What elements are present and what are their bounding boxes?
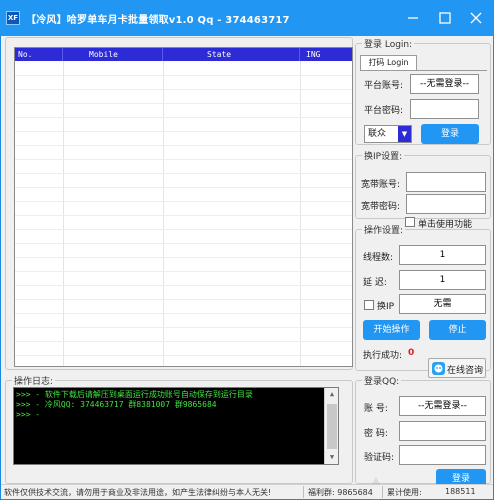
platform-login-button[interactable]: 登录 [421, 124, 479, 144]
broadband-account-field[interactable] [406, 172, 486, 192]
window-title: 【冷风】哈罗单车月卡批量领取v1.0 Qq - 374463717 [26, 15, 290, 26]
broadband-password-field[interactable] [406, 194, 486, 214]
log-legend: 操作日志: [14, 377, 54, 387]
qq-login-legend: 登录QQ: [364, 377, 400, 387]
log-console[interactable]: >>> - 软件下载后请解压到桌面运行成功账号自动保存到运行目录 >>> - 冷… [13, 387, 339, 465]
start-button[interactable]: 开始操作 [363, 320, 420, 340]
table-header: No. Mobile State ING [15, 48, 352, 61]
qq-account-label: 账 号: [364, 404, 388, 414]
app-logo-icon: XF [6, 11, 20, 25]
usage-label: 累计使用: [387, 488, 422, 497]
threads-label: 线程数: [363, 253, 394, 263]
success-count: 0 [408, 348, 415, 358]
provider-select[interactable]: 联众 ▼ [364, 125, 412, 143]
group-number-text: 福利群: 9865684 [308, 488, 373, 497]
change-ip-label: 换IP [377, 302, 395, 312]
tab-captcha-login[interactable]: 打码 Login [360, 55, 417, 70]
success-label: 执行成功: [363, 351, 403, 361]
status-bar: 软件仅供技术交流，请勿用于商业及非法用途，如产生法律纠纷与本人无关! 福利群: … [1, 484, 493, 499]
provider-select-value: 联众 [368, 129, 387, 139]
operation-legend: 操作设置: [364, 226, 404, 236]
change-ip-field[interactable]: 无需 [399, 294, 486, 314]
qq-captcha-field[interactable] [399, 445, 486, 465]
change-ip-checkbox[interactable] [364, 300, 374, 310]
platform-account-label: 平台账号: [364, 81, 404, 91]
scroll-up-icon[interactable]: ▲ [325, 388, 338, 401]
scroll-down-icon[interactable]: ▼ [325, 451, 338, 464]
platform-password-label: 平台密码: [364, 106, 404, 116]
chevron-down-icon[interactable]: ▼ [398, 126, 411, 142]
account-list-group: No. Mobile State ING [5, 37, 353, 370]
column-header-ing[interactable]: ING [300, 48, 352, 61]
log-line: >>> - [16, 410, 41, 419]
client-area: No. Mobile State ING 登录 Login: 打码 Login … [1, 36, 493, 500]
account-table[interactable]: No. Mobile State ING [14, 47, 353, 367]
login-group: 登录 Login: 打码 Login 平台账号: --无需登录-- 平台密码: … [355, 37, 491, 145]
broadband-account-label: 宽带账号: [361, 180, 401, 190]
close-icon[interactable] [467, 9, 485, 27]
platform-account-field[interactable]: --无需登录-- [410, 74, 479, 94]
maximize-icon[interactable] [436, 9, 454, 27]
column-header-no[interactable]: No. [15, 48, 63, 61]
qq-account-field[interactable]: --无需登录-- [399, 396, 486, 416]
operation-group: 操作设置: 线程数: 1 延 迟: 1 换IP 无需 开始操作 停止 执行成功:… [355, 223, 491, 378]
column-header-state[interactable]: State [163, 48, 300, 61]
scroll-thumb[interactable] [327, 404, 337, 449]
delay-label: 延 迟: [363, 278, 387, 288]
log-line: >>> - 冷风QQ: 374463717 群8381007 群9865684 [16, 400, 217, 409]
qq-captcha-label: 验证码: [364, 453, 395, 463]
log-scrollbar[interactable]: ▲ ▼ [324, 388, 338, 464]
title-bar: XF 【冷风】哈罗单车月卡批量领取v1.0 Qq - 374463717 [0, 0, 494, 36]
log-line: >>> - 软件下载后请解压到桌面运行成功账号自动保存到运行目录 [16, 390, 253, 399]
threads-field[interactable]: 1 [399, 245, 486, 265]
platform-password-field[interactable] [410, 99, 479, 119]
qq-login-group: 登录QQ: 账 号: --无需登录-- 密 码: 验证码: 登录 [355, 374, 491, 489]
login-legend: 登录 Login: [364, 40, 413, 50]
broadband-password-label: 宽带密码: [361, 202, 401, 212]
minimize-icon[interactable] [404, 9, 422, 27]
qq-password-field[interactable] [399, 421, 486, 441]
usage-count: 188511 [445, 487, 476, 496]
ip-switch-group: 换IP设置: 宽带账号: 宽带密码: 单击使用功能 [355, 149, 491, 230]
ip-switch-legend: 换IP设置: [364, 152, 403, 162]
disclaimer-text: 软件仅供技术交流，请勿用于商业及非法用途，如产生法律纠纷与本人无关! [4, 488, 272, 497]
delay-field[interactable]: 1 [399, 270, 486, 290]
stop-button[interactable]: 停止 [429, 320, 486, 340]
column-header-mobile[interactable]: Mobile [63, 48, 163, 61]
qq-password-label: 密 码: [364, 429, 388, 439]
